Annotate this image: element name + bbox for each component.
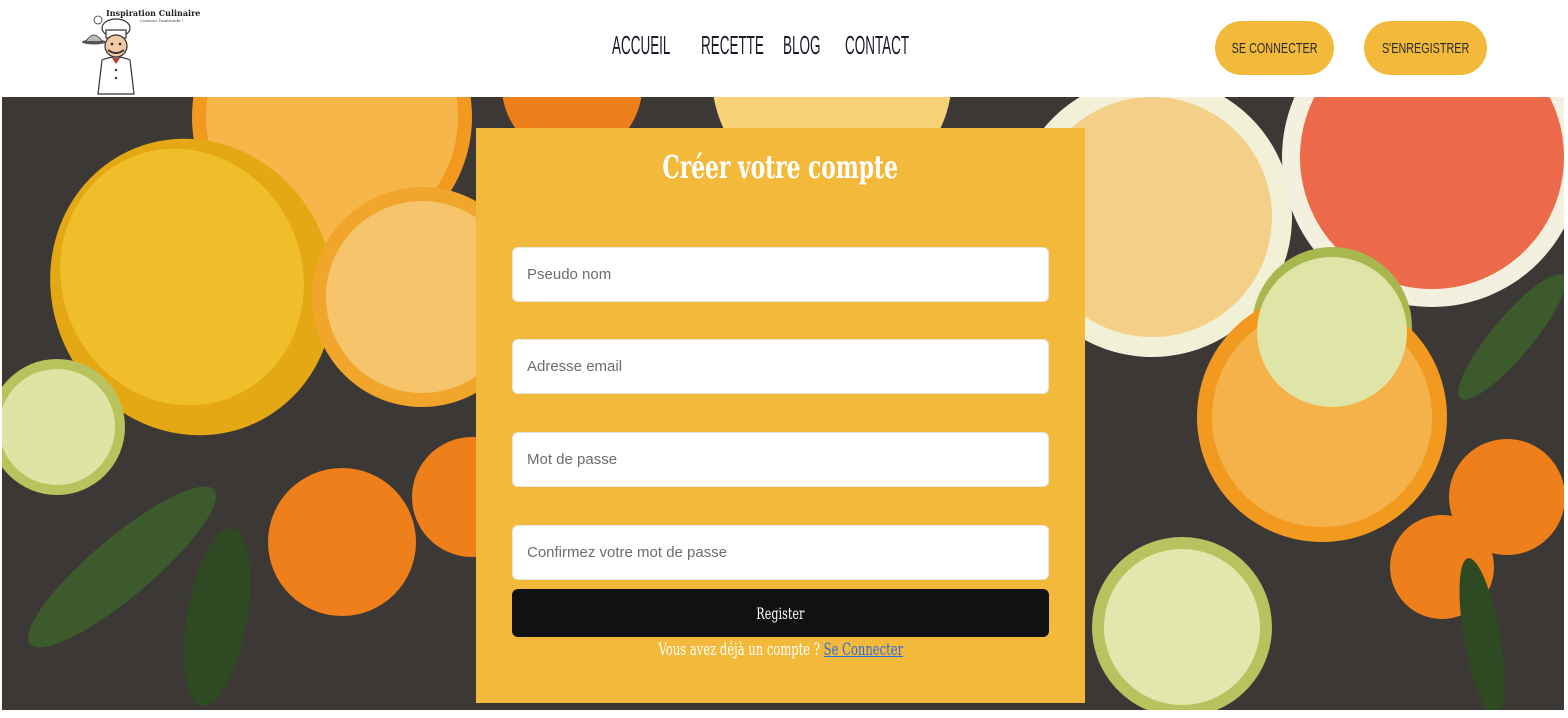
password-input[interactable]	[512, 432, 1049, 487]
header: Inspiration Culinaire Cuisinez l'inatten…	[0, 0, 1568, 97]
login-link[interactable]: Se Connecter	[823, 640, 902, 660]
site-logo[interactable]: Inspiration Culinaire Cuisinez l'inatten…	[80, 6, 200, 96]
nav-item-recette[interactable]: RECETTE	[701, 30, 764, 61]
confirm-password-input[interactable]	[512, 525, 1049, 580]
username-input[interactable]	[512, 247, 1049, 302]
header-login-button[interactable]: SE CONNECTER	[1215, 21, 1334, 75]
nav-item-contact[interactable]: CONTACT	[845, 30, 909, 61]
nav-item-blog[interactable]: BLOG	[783, 30, 820, 61]
logo-title: Inspiration Culinaire	[106, 8, 201, 18]
login-prompt-text: Vous avez déjà un compte ?	[658, 640, 820, 660]
main-nav: ACCUEIL RECETTE BLOG CONTACT	[612, 30, 913, 61]
login-prompt: Vous avez déjà un compte ? Se Connecter	[476, 640, 1085, 660]
logo-subtitle: Cuisinez l'inattendu !	[140, 18, 184, 23]
form-title: Créer votre compte	[662, 148, 899, 186]
register-button[interactable]: Register	[512, 589, 1049, 637]
nav-item-accueil[interactable]: ACCUEIL	[612, 30, 670, 61]
header-register-button[interactable]: S'ENREGISTRER	[1364, 21, 1487, 75]
register-form-card: Créer votre compte Register Vous avez dé…	[476, 128, 1085, 703]
email-input[interactable]	[512, 339, 1049, 394]
